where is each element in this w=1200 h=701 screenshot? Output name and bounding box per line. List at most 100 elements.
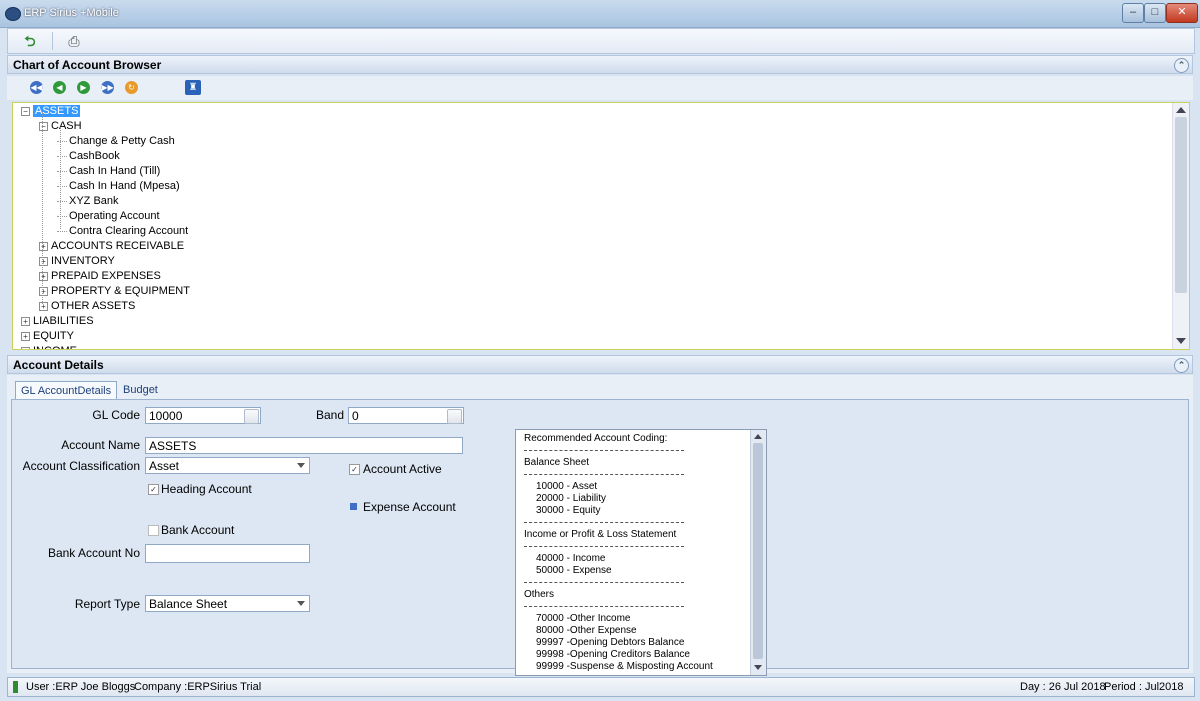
print-icon[interactable]: ⎙ [66,33,82,49]
tree-node[interactable]: Operating Account [57,209,160,224]
next-icon[interactable]: ▶ [77,81,90,94]
lookup-icon[interactable] [447,409,462,424]
account-name-label: Account Name [61,438,140,452]
tree-node-label: PROPERTY & EQUIPMENT [51,285,190,297]
tree-node-label: ACCOUNTS RECEIVABLE [51,240,185,252]
tree-connector [57,185,67,187]
toolbar: ⮌ ⎙ [7,28,1195,54]
collapse-node-icon[interactable]: − [39,121,48,131]
last-icon[interactable]: ▶▶ [101,81,114,94]
tree-node[interactable]: + LIABILITIES [21,314,94,329]
divider [524,582,684,583]
tree-connector [57,200,67,202]
tree-node[interactable]: + INVENTORY [39,254,115,269]
toolbar-divider [52,32,53,50]
scroll-down-icon[interactable] [1176,338,1186,344]
coding-item: 20000 - Liability [536,493,607,504]
tree-node[interactable]: Contra Clearing Account [57,224,188,239]
close-button[interactable]: ✕ [1166,3,1198,23]
tree-guide [42,112,43,304]
tree-node[interactable]: + PROPERTY & EQUIPMENT [39,284,190,299]
find-icon[interactable]: ♜ [185,80,201,95]
scroll-thumb[interactable] [1175,117,1187,293]
account-active-label: Account Active [363,462,442,476]
expand-node-icon[interactable]: + [21,316,30,326]
coding-item: 70000 -Other Income [536,613,631,624]
minimize-button[interactable]: – [1122,3,1144,23]
tree-node[interactable]: + EQUITY [21,329,74,344]
tree-node-label: Cash In Hand (Mpesa) [69,180,180,192]
tree-connector [57,170,67,172]
scroll-up-icon[interactable] [754,434,762,439]
tree-node[interactable]: +INCOME [21,344,77,349]
expand-node-icon[interactable]: + [39,256,48,266]
lookup-icon[interactable] [244,409,259,424]
record-navigator: ◀◀ ◀ ▶ ▶▶ ↻ ♜ [7,76,1193,100]
tree-node-label: Contra Clearing Account [69,225,189,237]
tree-connector [57,215,67,217]
refresh-icon[interactable]: ⮌ [22,33,38,49]
status-icon [13,681,18,693]
coding-item: 10000 - Asset [536,481,598,492]
status-company: Company :ERPSirius Trial [134,681,262,693]
tree-node[interactable]: XYZ Bank [57,194,119,209]
scroll-up-icon[interactable] [1176,107,1186,113]
divider [524,450,684,451]
tree-node[interactable]: + OTHER ASSETS [39,299,135,314]
browser-header: Chart of Account Browser ⌃ [7,55,1193,74]
maximize-button[interactable]: □ [1144,3,1166,23]
account-name-input[interactable]: ASSETS [145,437,463,454]
tree-node[interactable]: CashBook [57,149,120,164]
tree-connector [57,140,67,142]
collapse-icon[interactable]: ⌃ [1174,58,1189,73]
gl-code-field[interactable]: 10000 [145,407,261,424]
refresh-icon[interactable]: ↻ [125,81,138,94]
app-icon [5,7,21,21]
status-day: Day : 26 Jul 2018 [1020,681,1106,693]
coding-item: 50000 - Expense [536,565,612,576]
account-active-checkbox[interactable]: ✓ [349,464,360,475]
tree-scrollbar[interactable] [1172,103,1189,349]
tab-panel: GL Code 10000 Band 0 Account Name ASSETS… [11,399,1189,676]
expand-node-icon[interactable]: + [39,241,48,251]
account-classification-label: Account Classification [22,459,140,473]
tree-node-label: Change & Petty Cash [69,135,175,147]
account-tree[interactable]: − ASSETS − CASH Change & Petty Cash CashBook C… [12,102,1190,350]
tree-node[interactable]: + ACCOUNTS RECEIVABLE [39,239,184,254]
expand-node-icon[interactable]: + [21,346,30,349]
details-header: Account Details ⌃ [7,355,1193,374]
tab-budget[interactable]: Budget [118,381,163,399]
expand-node-icon[interactable]: + [39,286,48,296]
bank-account-label: Bank Account [161,523,235,537]
report-type-select[interactable]: Balance Sheet [145,595,310,612]
bank-account-checkbox[interactable] [148,525,159,536]
tree-node[interactable]: Cash In Hand (Mpesa) [57,179,180,194]
expand-node-icon[interactable]: + [39,271,48,281]
details-title: Account Details [13,358,104,372]
band-field[interactable]: 0 [348,407,464,424]
tree-node[interactable]: + PREPAID EXPENSES [39,269,161,284]
scroll-thumb[interactable] [753,443,763,659]
account-classification-select[interactable]: Asset [145,457,310,474]
collapse-node-icon[interactable]: − [21,106,30,116]
scroll-down-icon[interactable] [754,665,762,670]
tree-node[interactable]: − ASSETS [21,104,81,119]
expand-node-icon[interactable]: + [21,331,30,341]
previous-icon[interactable]: ◀ [53,81,66,94]
expand-node-icon[interactable]: + [39,301,48,311]
chevron-down-icon [297,463,305,468]
bank-account-no-input[interactable] [145,544,310,563]
coding-item: 80000 -Other Expense [536,625,637,636]
coding-scrollbar[interactable] [750,430,766,675]
tree-node[interactable]: Cash In Hand (Till) [57,164,160,179]
tab-gl-account-details[interactable]: GL AccountDetails [15,381,118,400]
heading-account-checkbox[interactable]: ✓ [148,484,159,495]
tree-connector [57,155,67,157]
collapse-icon[interactable]: ⌃ [1174,358,1189,373]
tree-node-label: PREPAID EXPENSES [51,270,161,282]
tree-node[interactable]: Change & Petty Cash [57,134,175,149]
tree-node-label: LIABILITIES [33,315,94,327]
report-type-value: Balance Sheet [149,597,228,611]
first-icon[interactable]: ◀◀ [30,81,43,94]
expense-account-checkbox[interactable] [350,503,357,510]
